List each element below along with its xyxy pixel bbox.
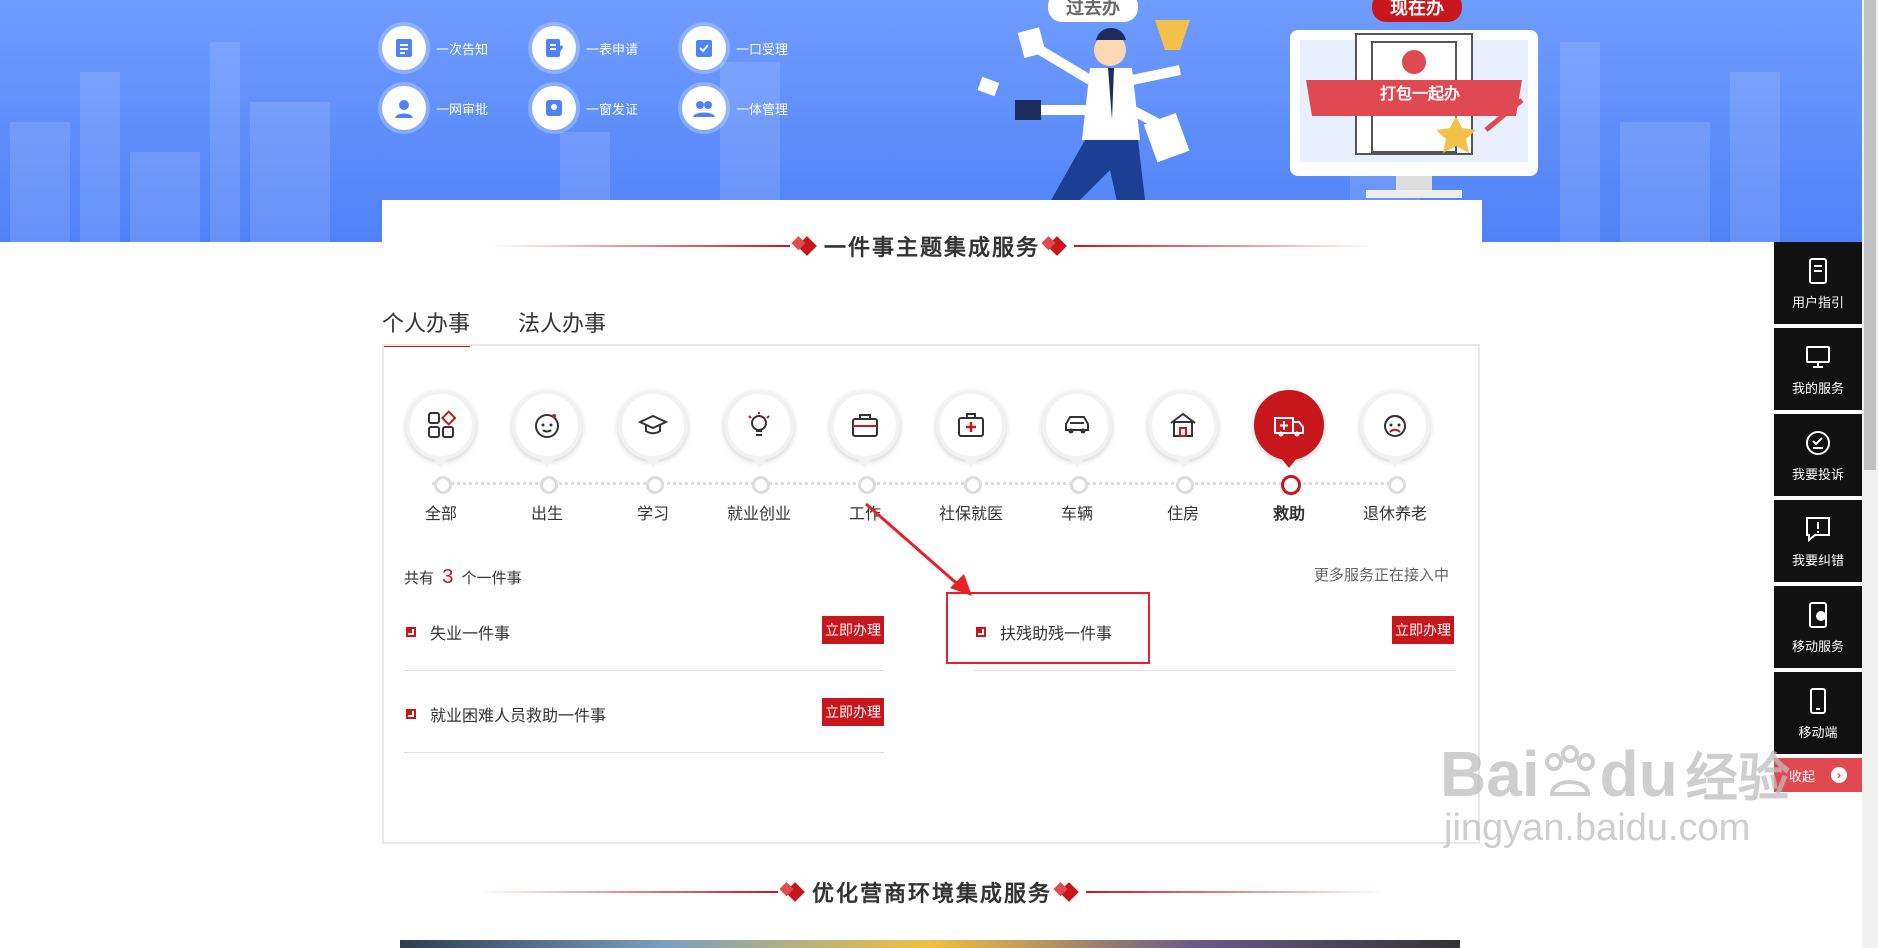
arrow-right-icon: › bbox=[1831, 767, 1847, 783]
baidu-watermark: Bai du 经验 jingyan.baidu.com bbox=[1440, 737, 1790, 850]
track-dot bbox=[752, 476, 770, 494]
sidenav-complaint[interactable]: 我要投诉 bbox=[1774, 414, 1862, 496]
section-title-theme: 一件事主题集成服务 bbox=[382, 226, 1482, 266]
diamond-icon bbox=[1059, 882, 1079, 902]
lightbulb-icon bbox=[724, 390, 794, 468]
error-report-icon bbox=[1806, 516, 1830, 542]
service-item[interactable]: 失业一件事 bbox=[406, 620, 510, 644]
package-label: 打包一起办 bbox=[1379, 86, 1460, 103]
apply-button[interactable]: 立即办理 bbox=[1392, 616, 1454, 644]
paw-icon bbox=[1544, 744, 1595, 796]
category-housing[interactable]: 住房 bbox=[1138, 390, 1228, 524]
track-dot bbox=[646, 476, 664, 494]
category-all[interactable]: 全部 bbox=[396, 390, 486, 524]
step-certificate: 一窗发证 bbox=[532, 86, 638, 130]
accept-icon bbox=[682, 26, 726, 70]
tab-personal[interactable]: 个人办事 bbox=[382, 306, 471, 347]
service-title: 就业困难人员救助一件事 bbox=[430, 708, 607, 725]
category-label: 全部 bbox=[424, 506, 457, 523]
category-label: 车辆 bbox=[1060, 506, 1093, 523]
graduation-cap-icon bbox=[618, 390, 688, 468]
section-title-business: 优化营商环境集成服务 bbox=[382, 872, 1482, 912]
track-dot bbox=[1070, 476, 1088, 494]
count-number: 3 bbox=[442, 566, 454, 588]
ambulance-icon bbox=[1254, 390, 1324, 468]
more-services-note: 更多服务正在接入中 bbox=[1314, 567, 1450, 584]
house-icon bbox=[1148, 390, 1218, 468]
service-count: 共有 3 个一件事 bbox=[404, 566, 522, 588]
car-icon bbox=[1042, 390, 1112, 468]
guide-icon bbox=[1809, 257, 1827, 284]
track-dot bbox=[1176, 476, 1194, 494]
category-retirement[interactable]: 退休养老 bbox=[1350, 390, 1440, 524]
track-dot bbox=[434, 476, 452, 494]
group-icon bbox=[682, 86, 726, 130]
now-tag: 现在办 bbox=[1372, 0, 1462, 22]
step-manage: 一体管理 bbox=[682, 86, 788, 130]
mobile-icon bbox=[1810, 687, 1826, 714]
category-label: 就业创业 bbox=[726, 506, 791, 523]
step-approve: 一网审批 bbox=[382, 86, 488, 130]
user-icon bbox=[382, 86, 426, 130]
service-title: 失业一件事 bbox=[430, 626, 511, 643]
baby-icon bbox=[512, 390, 582, 468]
scrollbar-thumb[interactable] bbox=[1864, 0, 1876, 470]
monitor-icon bbox=[1806, 345, 1830, 368]
category-vehicle[interactable]: 车辆 bbox=[1032, 390, 1122, 524]
category-employment[interactable]: 就业创业 bbox=[714, 390, 804, 524]
diamond-icon bbox=[1047, 236, 1067, 256]
step-accept: 一口受理 bbox=[682, 26, 788, 70]
diamond-icon bbox=[785, 882, 805, 902]
diamond-icon bbox=[797, 236, 817, 256]
category-label: 住房 bbox=[1166, 506, 1199, 523]
track-dot bbox=[540, 476, 558, 494]
category-relief[interactable]: 救助 bbox=[1244, 390, 1334, 524]
track-dot bbox=[858, 476, 876, 494]
mobile-cloud-icon bbox=[1809, 601, 1827, 628]
step-form: 一表申请 bbox=[532, 26, 638, 70]
category-label: 出生 bbox=[530, 506, 563, 523]
medical-kit-icon bbox=[936, 390, 1006, 468]
service-item[interactable]: 就业困难人员救助一件事 bbox=[406, 702, 606, 726]
track-dot-active bbox=[1281, 475, 1301, 495]
tab-legal[interactable]: 法人办事 bbox=[518, 306, 606, 338]
side-nav: 用户指引 我的服务 我要投诉 我要纠错 移动服务 移动端 收起 › bbox=[1774, 242, 1862, 792]
step-notice: 一次告知 bbox=[382, 26, 488, 70]
elder-icon bbox=[1360, 390, 1430, 468]
category-study[interactable]: 学习 bbox=[608, 390, 698, 524]
complaint-icon bbox=[1806, 430, 1830, 455]
category-label: 救助 bbox=[1272, 506, 1305, 523]
section-title-text: 优化营商环境集成服务 bbox=[811, 881, 1052, 906]
annotation-arrow-icon bbox=[865, 502, 972, 596]
form-icon bbox=[532, 26, 576, 70]
category-label: 退休养老 bbox=[1362, 506, 1427, 523]
highlight-box bbox=[946, 592, 1150, 664]
track-dot bbox=[1388, 476, 1406, 494]
monitor-illustration bbox=[1290, 30, 1538, 198]
track-dot bbox=[964, 476, 982, 494]
notice-icon bbox=[382, 26, 426, 70]
sidenav-my-services[interactable]: 我的服务 bbox=[1774, 328, 1862, 410]
category-birth[interactable]: 出生 bbox=[502, 390, 592, 524]
arrow-icon bbox=[406, 627, 416, 637]
sidenav-error-report[interactable]: 我要纠错 bbox=[1774, 500, 1862, 582]
briefcase-icon bbox=[830, 390, 900, 468]
section2-image-strip bbox=[400, 940, 1460, 948]
sidenav-mobile-service[interactable]: 移动服务 bbox=[1774, 586, 1862, 668]
certificate-icon bbox=[532, 86, 576, 130]
apply-button[interactable]: 立即办理 bbox=[822, 698, 884, 726]
section-title-text: 一件事主题集成服务 bbox=[823, 235, 1040, 260]
apply-button[interactable]: 立即办理 bbox=[822, 616, 884, 644]
arrow-icon bbox=[406, 709, 416, 719]
category-label: 学习 bbox=[636, 506, 669, 523]
sidenav-user-guide[interactable]: 用户指引 bbox=[1774, 242, 1862, 324]
grid-icon bbox=[406, 390, 476, 468]
